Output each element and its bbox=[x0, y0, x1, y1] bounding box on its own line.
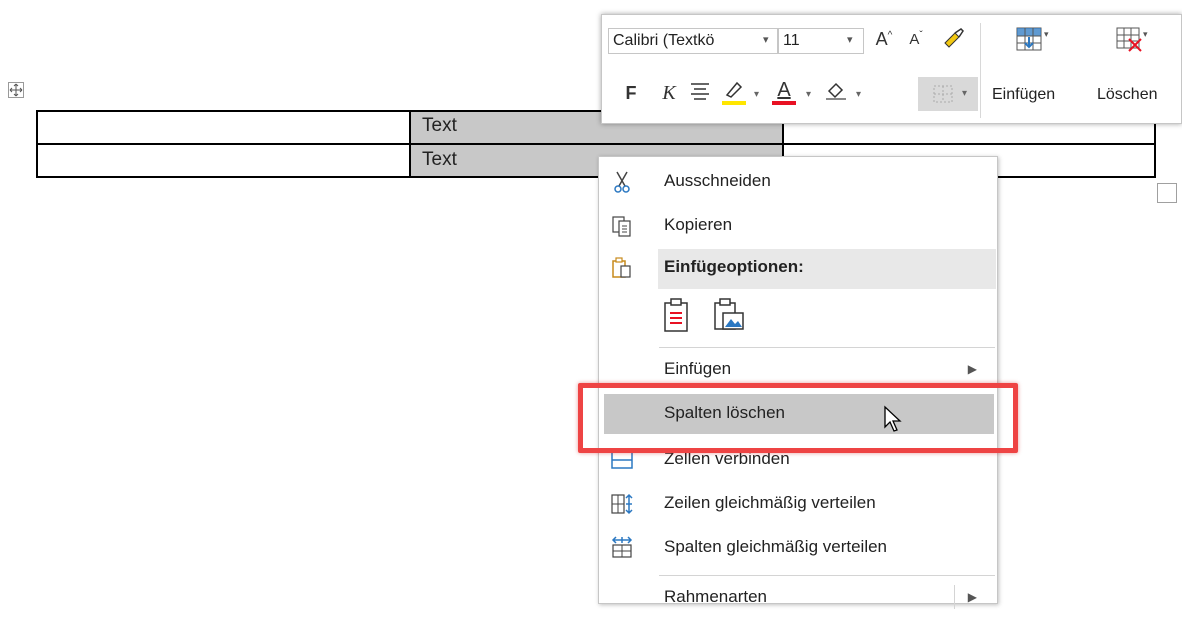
menu-item-distribute-columns[interactable]: Spalten gleichmäßig verteilen bbox=[599, 531, 997, 567]
format-painter-button[interactable] bbox=[940, 25, 968, 56]
highlight-color-button[interactable] bbox=[720, 79, 748, 107]
shading-button[interactable] bbox=[822, 79, 850, 107]
paste-picture-button[interactable] bbox=[711, 297, 751, 337]
move-icon bbox=[9, 83, 23, 97]
menu-item-distribute-rows[interactable]: Zeilen gleichmäßig verteilen bbox=[599, 487, 997, 523]
font-name-value: Calibri (Textkö bbox=[613, 32, 715, 49]
italic-button[interactable]: K bbox=[658, 82, 680, 105]
table-cell-text[interactable]: Text bbox=[422, 115, 457, 137]
chevron-down-icon[interactable]: ▾ bbox=[856, 89, 861, 100]
menu-item-copy[interactable]: Kopieren bbox=[599, 209, 997, 245]
font-size-combo[interactable]: 11 ▾ bbox=[778, 28, 864, 54]
distribute-rows-icon bbox=[611, 493, 633, 515]
highlighter-icon bbox=[725, 81, 743, 98]
shrink-font-icon: A bbox=[909, 31, 920, 48]
insert-table-icon: ▾ bbox=[1016, 27, 1049, 51]
font-color-swatch bbox=[772, 101, 796, 105]
paste-picture-icon bbox=[714, 298, 744, 330]
chevron-down-icon: ▾ bbox=[847, 34, 853, 46]
context-menu: Ausschneiden Kopieren Einfügeoptionen: E… bbox=[598, 156, 998, 609]
delete-button[interactable]: ▾ Löschen bbox=[1089, 19, 1181, 119]
borders-button[interactable]: ▾ bbox=[918, 77, 978, 111]
font-color-icon: A bbox=[777, 79, 791, 101]
bold-icon: F bbox=[625, 83, 637, 103]
bold-button[interactable]: F bbox=[620, 83, 642, 104]
chevron-down-icon: ▾ bbox=[962, 88, 968, 99]
delete-table-icon: ▾ bbox=[1116, 27, 1148, 52]
svg-text:▾: ▾ bbox=[1143, 29, 1148, 39]
annotation-highlight-frame bbox=[578, 383, 1018, 453]
chevron-down-icon: ▾ bbox=[763, 34, 769, 46]
center-align-button[interactable] bbox=[688, 81, 712, 106]
font-color-button[interactable]: A bbox=[770, 79, 798, 107]
borders-icon bbox=[933, 85, 953, 103]
center-align-icon bbox=[691, 83, 709, 100]
insert-button[interactable]: ▾ Einfügen bbox=[987, 19, 1079, 119]
scissors-icon bbox=[614, 171, 630, 193]
grow-font-button[interactable]: A^ bbox=[870, 29, 898, 50]
menu-item-label: Einfügen bbox=[664, 359, 732, 378]
shrink-font-button[interactable]: Aˇ bbox=[902, 30, 930, 48]
copy-icon bbox=[612, 216, 631, 237]
menu-item-cut[interactable]: Ausschneiden bbox=[599, 165, 997, 201]
menu-item-label: Rahmenarten bbox=[664, 587, 768, 606]
highlight-color-swatch bbox=[722, 101, 746, 105]
menu-item-label: Einfügeoptionen: bbox=[664, 257, 804, 276]
mini-toolbar: Calibri (Textkö ▾ 11 ▾ A^ Aˇ ▾ Einfügen bbox=[601, 14, 1182, 124]
menu-item-label: Ausschneiden bbox=[664, 171, 771, 190]
menu-item-label: Kopieren bbox=[664, 215, 733, 234]
table-cell-text[interactable]: Text bbox=[422, 149, 457, 171]
paste-keep-text-button[interactable] bbox=[661, 297, 697, 337]
grow-font-icon: A bbox=[875, 29, 888, 49]
menu-item-border-styles[interactable]: Rahmenarten ▶ bbox=[599, 581, 997, 617]
chevron-right-icon: ▶ bbox=[967, 362, 977, 376]
chevron-right-icon[interactable]: ▶ bbox=[968, 590, 977, 604]
chevron-down-icon[interactable]: ▾ bbox=[754, 89, 759, 100]
paste-icon bbox=[612, 257, 631, 278]
paint-bucket-icon bbox=[826, 82, 846, 100]
insert-label: Einfügen bbox=[992, 86, 1056, 103]
font-size-value: 11 bbox=[783, 32, 800, 49]
delete-label: Löschen bbox=[1097, 86, 1158, 103]
svg-text:▾: ▾ bbox=[1044, 29, 1049, 39]
italic-icon: K bbox=[662, 82, 676, 104]
format-painter-icon bbox=[944, 28, 964, 48]
paste-text-icon bbox=[664, 298, 688, 332]
font-name-combo[interactable]: Calibri (Textkö ▾ bbox=[608, 28, 778, 54]
chevron-down-icon[interactable]: ▾ bbox=[806, 89, 811, 100]
distribute-columns-icon bbox=[611, 536, 633, 558]
menu-item-label: Spalten gleichmäßig verteilen bbox=[664, 537, 888, 556]
menu-item-label: Zeilen gleichmäßig verteilen bbox=[664, 493, 876, 512]
table-resize-handle[interactable] bbox=[1157, 183, 1177, 203]
table-move-handle[interactable] bbox=[8, 82, 24, 98]
menu-item-paste-options: Einfügeoptionen: bbox=[599, 251, 997, 287]
